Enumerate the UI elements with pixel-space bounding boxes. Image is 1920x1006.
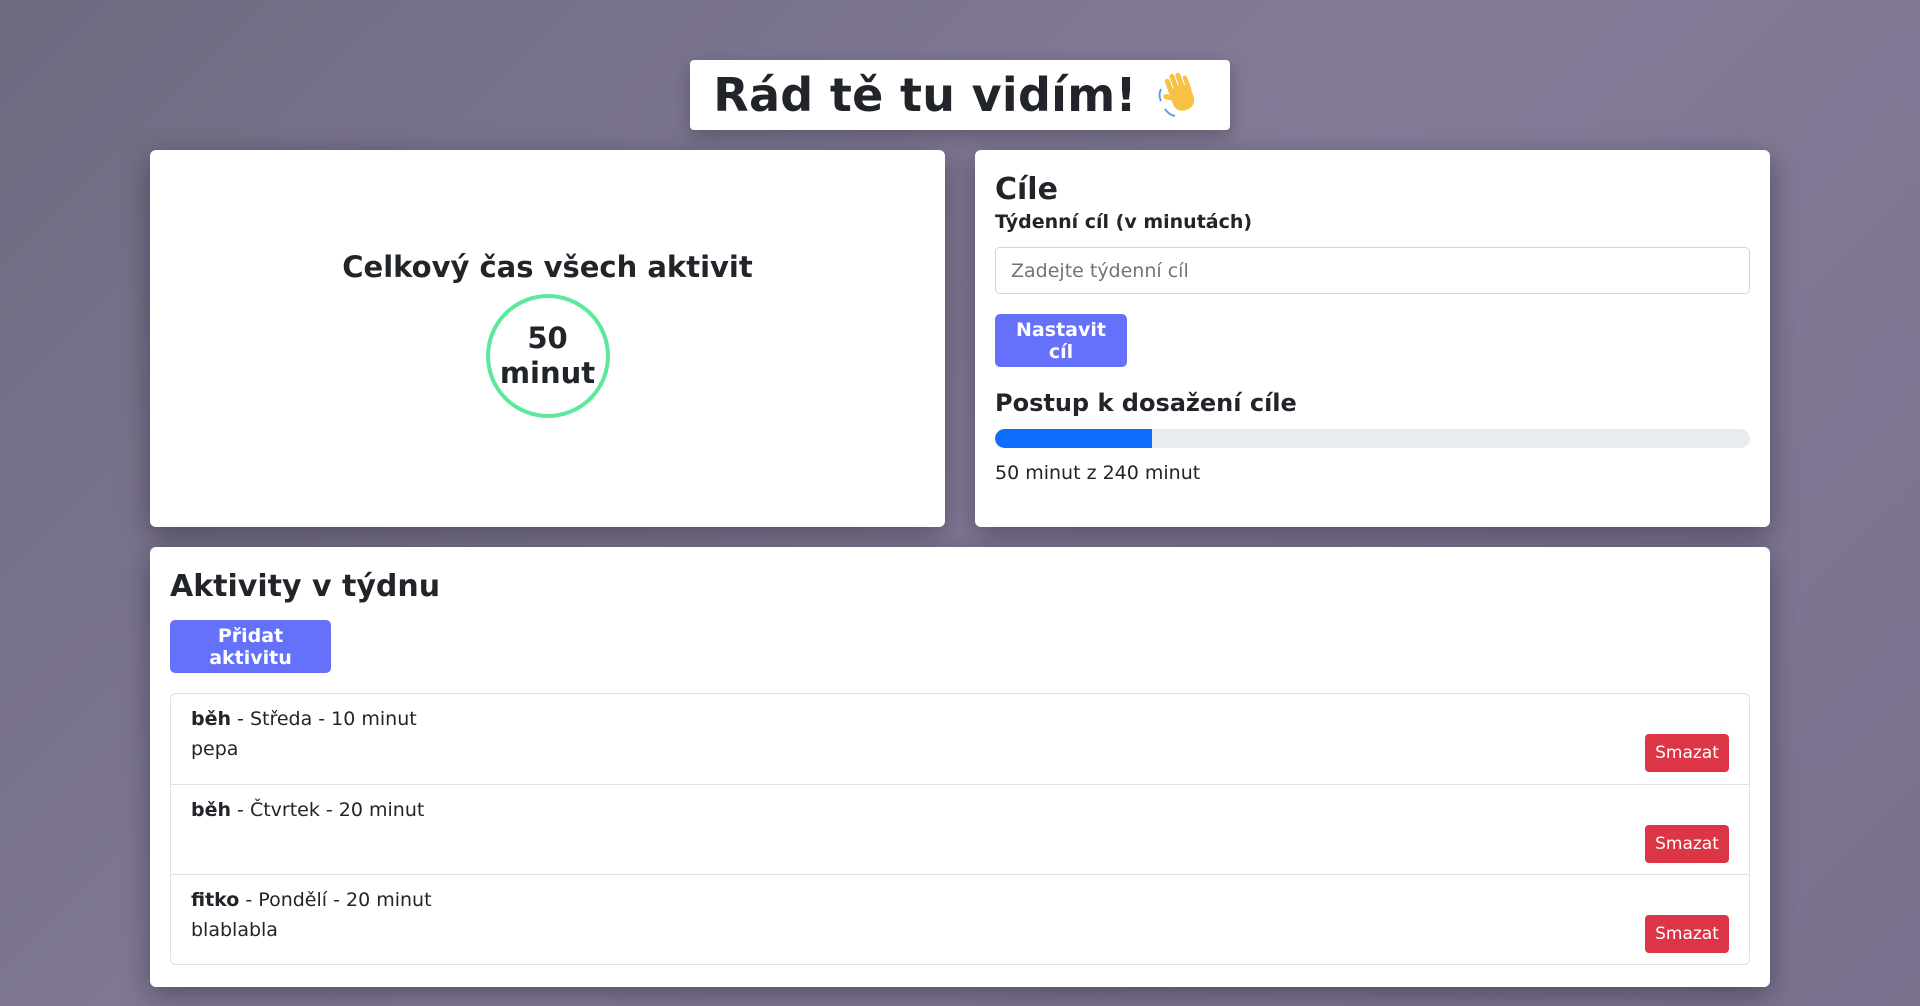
activity-name: běh [191,708,232,730]
total-time-card: Celkový čas všech aktivit 50 minut [150,150,945,527]
goals-title: Cíle [995,172,1058,207]
welcome-banner: Rád tě tu vidím! [690,60,1230,130]
activity-note: pepa [191,738,239,760]
total-time-ring: 50 minut [485,294,610,418]
page-title: Rád tě tu vidím! [713,68,1137,122]
activity-details: - Pondělí - 20 minut [239,889,432,911]
waving-hand-icon [1155,69,1207,121]
total-time-title: Celkový čas všech aktivit [342,250,753,284]
weekly-goal-input[interactable] [995,247,1750,294]
activity-list: běh - Středa - 10 minut pepa Smazat běh … [170,693,1750,965]
goal-progress-fill [995,429,1153,448]
goals-card: Cíle Týdenní cíl (v minutách) Nastavit c… [975,150,1770,527]
activities-title: Aktivity v týdnu [170,569,441,604]
activity-name: fitko [191,889,240,911]
add-activity-button[interactable]: Přidat aktivitu [170,620,331,673]
total-time-value: 50 [527,321,568,356]
activity-note: blablabla [191,919,278,941]
set-goal-button[interactable]: Nastavit cíl [995,314,1127,367]
progress-title: Postup k dosažení cíle [995,389,1297,417]
activity-details: - Středa - 10 minut [231,708,417,730]
list-item: běh - Středa - 10 minut pepa Smazat [171,694,1749,784]
weekly-goal-label: Týdenní cíl (v minutách) [995,211,1253,233]
activity-name: běh [191,799,232,821]
delete-activity-button[interactable]: Smazat [1645,734,1729,772]
list-item: běh - Čtvrtek - 20 minut Smazat [171,784,1749,874]
delete-activity-button[interactable]: Smazat [1645,915,1729,953]
goal-progress-bar [995,429,1750,448]
activity-details: - Čtvrtek - 20 minut [231,799,425,821]
delete-activity-button[interactable]: Smazat [1645,825,1729,863]
activities-card: Aktivity v týdnu Přidat aktivitu běh - S… [150,547,1770,987]
progress-text: 50 minut z 240 minut [995,462,1201,484]
list-item: fitko - Pondělí - 20 minut blablabla Sma… [171,874,1749,964]
total-time-unit: minut [499,356,596,390]
